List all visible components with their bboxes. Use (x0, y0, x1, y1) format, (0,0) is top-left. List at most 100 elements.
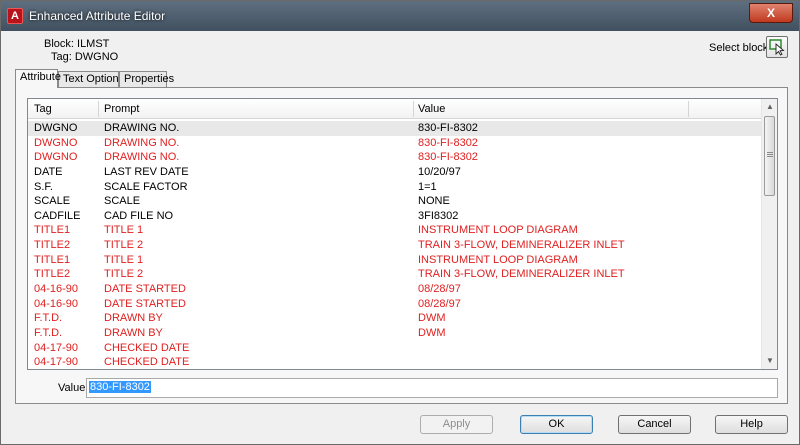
tab-text-options[interactable]: Text Options (58, 71, 124, 87)
row-value: TRAIN 3-FLOW, DEMINERALIZER INLET (418, 239, 625, 252)
row-value: TRAIN 3-FLOW, DEMINERALIZER INLET (418, 268, 625, 281)
row-value: 08/28/97 (418, 283, 461, 296)
row-prompt: DRAWN BY (104, 326, 163, 339)
row-prompt: DATE STARTED (104, 283, 186, 296)
tab-attribute[interactable]: Attribute (15, 69, 61, 88)
list-item[interactable]: TITLE2 TITLE 2 TRAIN 3-FLOW, DEMINERALIZER… (28, 267, 761, 282)
arrow-down-icon[interactable]: ▼ (762, 353, 777, 369)
list-item[interactable]: 04-16-90 DATE STARTED 08/28/97 (28, 297, 761, 312)
row-tag: F.T.D. (34, 312, 63, 325)
row-tag: CADFILE (34, 209, 81, 222)
row-value: DWM (418, 326, 446, 339)
select-block-label: Select block (709, 42, 769, 54)
list-item[interactable]: TITLE2 TITLE 2 TRAIN 3-FLOW, DEMINERALIZER… (28, 238, 761, 253)
arrow-up-icon[interactable]: ▲ (762, 99, 777, 115)
grip-line (767, 156, 773, 157)
row-prompt: CHECKED DATE (104, 356, 190, 369)
row-prompt: TITLE 1 (104, 224, 144, 237)
list-item[interactable]: S.F. SCALE FACTOR 1=1 (28, 180, 761, 195)
list-item[interactable]: F.T.D. DRAWN BY DWM (28, 326, 761, 341)
list-item[interactable]: 04-17-90 CHECKED DATE (28, 355, 761, 369)
ok-button[interactable]: OK (520, 415, 593, 434)
row-tag: SCALE (34, 195, 71, 208)
row-value: 830-FI-8302 (418, 151, 478, 164)
list-rows: DWGNO DRAWING NO. 830-FI-8302 DWGNO DRAWING … (28, 121, 761, 369)
row-value: DWM (418, 312, 446, 325)
row-value: 830-FI-8302 (418, 122, 478, 134)
row-prompt: DATE STARTED (104, 297, 186, 310)
list-item[interactable]: DWGNO DRAWING NO. 830-FI-8302 (28, 150, 761, 165)
title-bar[interactable]: A Enhanced Attribute Editor X (1, 1, 799, 31)
list-item[interactable]: DATE LAST REV DATE 10/20/97 (28, 165, 761, 180)
list-item[interactable]: SCALE SCALE NONE (28, 194, 761, 209)
list-header: Tag Prompt Value (28, 99, 761, 119)
row-tag: TITLE1 (34, 253, 71, 266)
vertical-scrollbar[interactable]: ▲ ▼ (761, 99, 777, 369)
list-item[interactable]: TITLE1 TITLE 1 INSTRUMENT LOOP DIAGRAM (28, 223, 761, 238)
column-separator[interactable] (98, 101, 99, 117)
row-value: 08/28/97 (418, 297, 461, 310)
list-item[interactable]: TITLE1 TITLE 1 INSTRUMENT LOOP DIAGRAM (28, 253, 761, 268)
grip-line (767, 154, 773, 155)
row-tag: F.T.D. (34, 326, 63, 339)
row-tag: TITLE2 (34, 239, 71, 252)
row-tag: 04-16-90 (34, 283, 79, 296)
attribute-editor-window: A Enhanced Attribute Editor X Block: ILM… (0, 0, 800, 445)
row-tag: DWGNO (34, 136, 78, 149)
row-tag: TITLE2 (34, 268, 71, 281)
row-tag: 04-17-90 (34, 341, 79, 354)
row-prompt: DRAWING NO. (104, 151, 180, 164)
help-button[interactable]: Help (715, 415, 788, 434)
row-value: 10/20/97 (418, 165, 461, 178)
value-text: 830-FI-8302 (89, 381, 151, 393)
grip-line (767, 152, 773, 153)
row-value: 830-FI-8302 (418, 136, 478, 149)
list-item[interactable]: F.T.D. DRAWN BY DWM (28, 311, 761, 326)
value-label: Value: (58, 382, 89, 394)
row-prompt: DRAWING NO. (104, 136, 180, 149)
row-tag: DATE (34, 165, 63, 178)
tag-name-label: Tag: DWGNO (51, 51, 119, 63)
apply-button[interactable]: Apply (420, 415, 493, 434)
tab-properties[interactable]: Properties (119, 71, 174, 87)
column-separator[interactable] (688, 101, 689, 117)
select-object-icon (769, 39, 785, 56)
close-button[interactable]: X (749, 3, 793, 23)
row-prompt: SCALE FACTOR (104, 180, 188, 193)
attribute-list[interactable]: Tag Prompt Value DWGNO DRAWING NO. 830-FI-… (27, 98, 778, 370)
column-separator[interactable] (413, 101, 414, 117)
row-prompt: TITLE 1 (104, 253, 144, 266)
row-prompt: TITLE 2 (104, 268, 144, 281)
row-prompt: DRAWING NO. (104, 122, 180, 134)
column-header-value[interactable]: Value (418, 103, 445, 115)
row-tag: S.F. (34, 180, 53, 193)
list-item[interactable]: 04-17-90 CHECKED DATE (28, 341, 761, 356)
value-input[interactable]: 830-FI-8302 (86, 378, 778, 398)
row-prompt: TITLE 2 (104, 239, 144, 252)
row-tag: DWGNO (34, 151, 78, 164)
row-value: INSTRUMENT LOOP DIAGRAM (418, 224, 578, 237)
column-header-tag[interactable]: Tag (34, 103, 52, 115)
row-tag: 04-16-90 (34, 297, 79, 310)
row-value: 1=1 (418, 180, 437, 193)
row-tag: TITLE1 (34, 224, 71, 237)
block-name-label: Block: ILMST (44, 38, 110, 50)
autocad-icon: A (7, 8, 23, 24)
window-title: Enhanced Attribute Editor (29, 9, 166, 23)
row-tag: DWGNO (34, 122, 78, 134)
select-block-button[interactable] (766, 36, 788, 58)
list-item[interactable]: DWGNO DRAWING NO. 830-FI-8302 (28, 136, 761, 151)
list-item[interactable]: 04-16-90 DATE STARTED 08/28/97 (28, 282, 761, 297)
column-header-prompt[interactable]: Prompt (104, 103, 139, 115)
list-item[interactable]: CADFILE CAD FILE NO 3FI8302 (28, 209, 761, 224)
row-value: 3FI8302 (418, 209, 459, 222)
list-item[interactable]: DWGNO DRAWING NO. 830-FI-8302 (28, 121, 761, 136)
row-value: INSTRUMENT LOOP DIAGRAM (418, 253, 578, 266)
row-prompt: CAD FILE NO (104, 209, 174, 222)
row-prompt: CHECKED DATE (104, 341, 190, 354)
row-value: NONE (418, 195, 450, 208)
cancel-button[interactable]: Cancel (618, 415, 691, 434)
row-prompt: SCALE (104, 195, 141, 208)
row-tag: 04-17-90 (34, 356, 79, 369)
scrollbar-thumb[interactable] (764, 116, 775, 196)
